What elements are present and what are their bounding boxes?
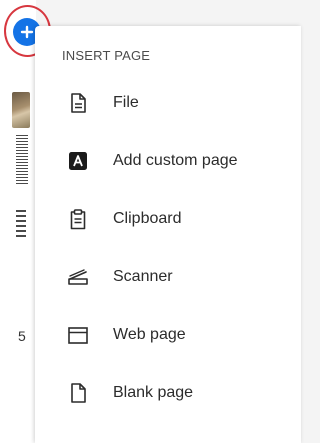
- scanner-icon: [68, 269, 88, 285]
- menu-item-label: Clipboard: [113, 210, 182, 227]
- menu-item-label: Blank page: [113, 384, 194, 401]
- menu-heading: INSERT PAGE: [62, 48, 151, 63]
- page-thumbnail-text[interactable]: [16, 135, 28, 185]
- web-page-icon: [68, 327, 88, 344]
- page-thumbnail-text[interactable]: [16, 210, 26, 240]
- menu-item-blank-page[interactable]: Blank page: [35, 364, 301, 422]
- menu-item-label: Add custom page: [113, 152, 238, 169]
- menu-item-file[interactable]: File: [35, 74, 301, 132]
- menu-item-add-custom-page[interactable]: Add custom page: [35, 132, 301, 190]
- menu-item-scanner[interactable]: Scanner: [35, 248, 301, 306]
- menu-item-clipboard[interactable]: Clipboard: [35, 190, 301, 248]
- file-icon: [71, 93, 86, 113]
- custom-page-icon: [69, 152, 87, 170]
- menu-item-web-page[interactable]: Web page: [35, 306, 301, 364]
- insert-page-menu: INSERT PAGE File Add custom page Clipboa…: [35, 26, 301, 443]
- clipboard-icon: [70, 209, 86, 230]
- menu-item-label: Scanner: [113, 268, 173, 285]
- menu-item-label: Web page: [113, 326, 186, 343]
- page-thumbnail-photo[interactable]: [12, 92, 30, 128]
- menu-item-label: File: [113, 94, 139, 111]
- page-thumbnail-partial-text: 5: [18, 328, 26, 344]
- blank-page-icon: [71, 383, 86, 403]
